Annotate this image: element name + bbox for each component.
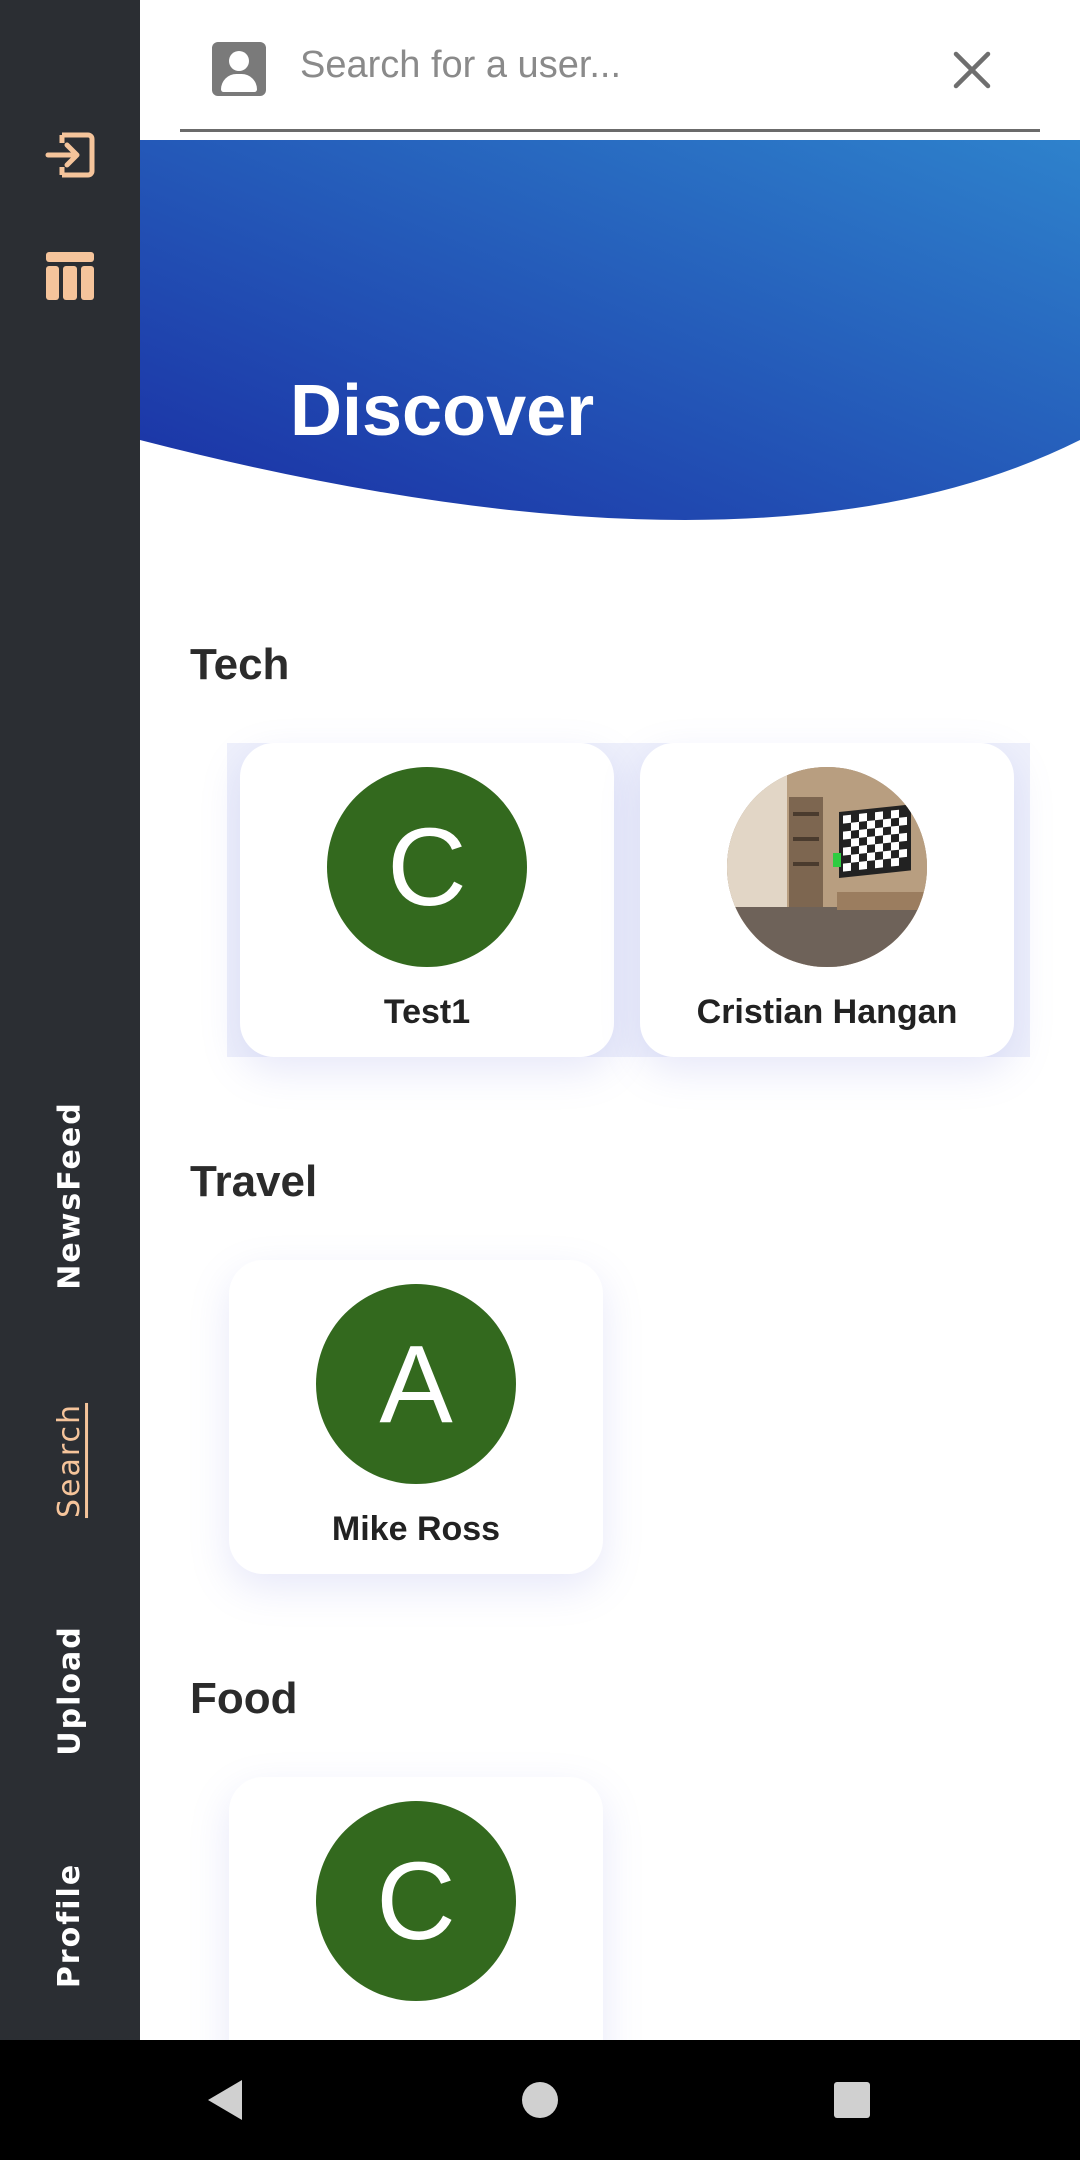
section-title-food: Food (190, 1674, 298, 1723)
avatar-photo (727, 767, 927, 967)
user-name: Test1 (383, 993, 471, 1031)
user-card[interactable]: C Test1 (240, 743, 614, 1057)
nav-profile-label: Profile (52, 1862, 88, 1988)
nav-search-label: Search (52, 1402, 88, 1518)
user-card[interactable]: Cristian Hangan (640, 743, 1014, 1057)
nav-upload-label: Upload (52, 1624, 88, 1756)
system-nav-bar (0, 2040, 1080, 2160)
recents-icon[interactable] (822, 2070, 882, 2130)
discover-header: Discover (140, 140, 1080, 540)
login-icon[interactable] (42, 127, 98, 183)
page-title: Discover (290, 371, 595, 451)
nav-newsfeed[interactable]: NewsFeed (42, 1100, 98, 1290)
search-input[interactable] (300, 30, 920, 100)
home-icon[interactable] (510, 2070, 570, 2130)
user-card[interactable]: A Mike Ross (229, 1260, 603, 1574)
nav-newsfeed-label: NewsFeed (52, 1100, 88, 1290)
avatar: A (316, 1284, 516, 1484)
avatar: C (327, 767, 527, 967)
close-icon[interactable] (950, 48, 994, 92)
user-name: Cristian Hangan (696, 993, 958, 1031)
back-icon[interactable] (196, 2070, 256, 2130)
account-box-icon (212, 42, 266, 96)
nav-profile[interactable]: Profile (42, 1860, 98, 1990)
search-bar (180, 0, 1040, 132)
nav-upload[interactable]: Upload (42, 1625, 98, 1755)
avatar: C (316, 1801, 516, 2001)
section-title-travel: Travel (190, 1157, 318, 1206)
section-title-tech: Tech (190, 640, 290, 689)
user-name: Mike Ross (331, 1510, 501, 1548)
sidebar: NewsFeed Search Upload Profile (0, 0, 140, 2040)
nav-search[interactable]: Search (42, 1395, 98, 1525)
grid-icon[interactable] (42, 248, 98, 304)
